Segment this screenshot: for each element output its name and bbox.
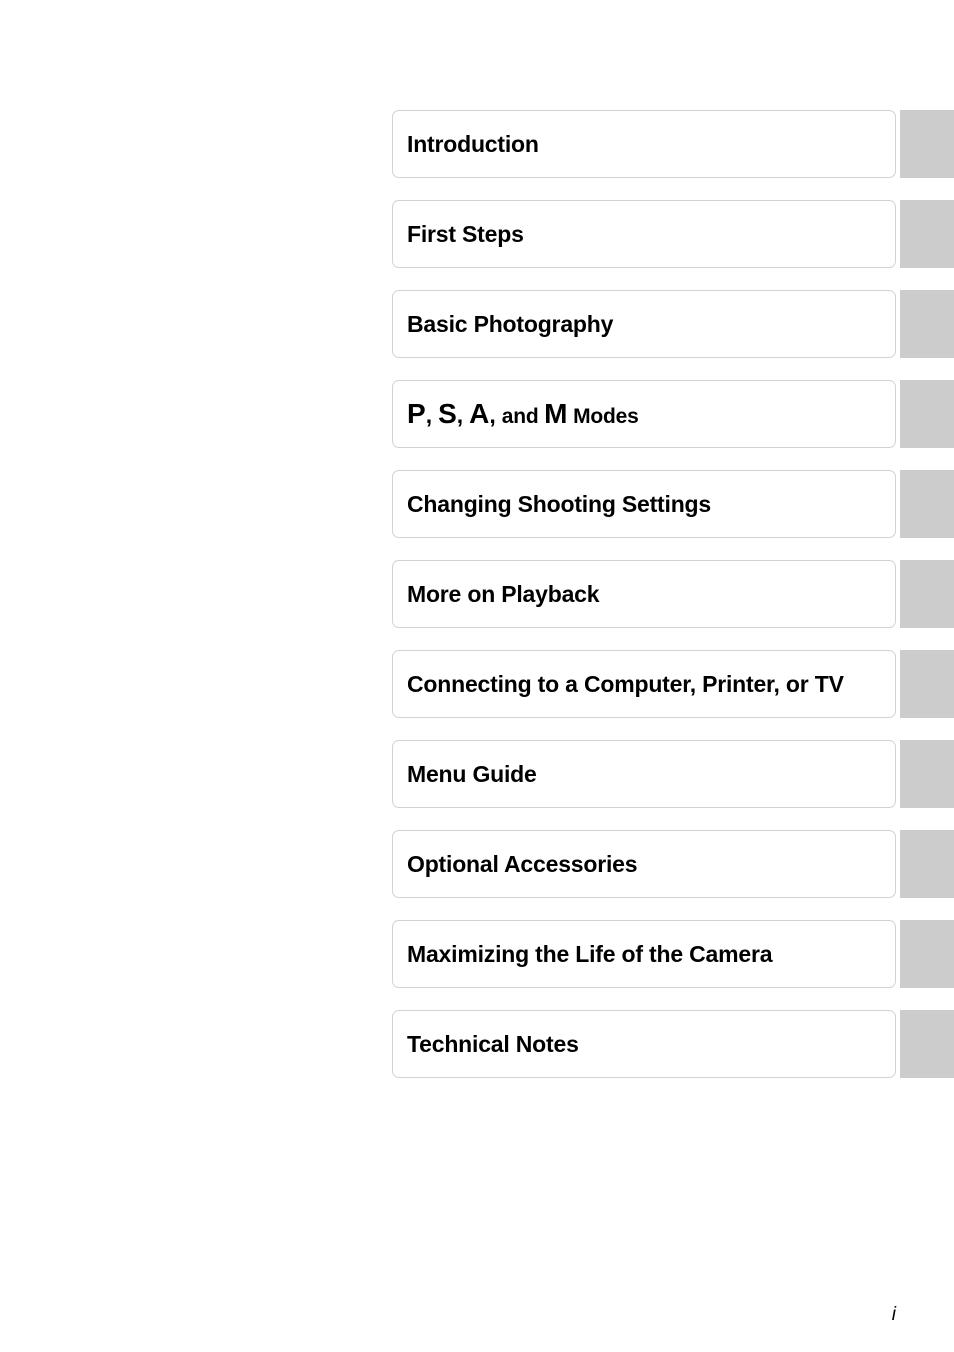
mode-letter: P — [407, 398, 426, 429]
chapter-card[interactable]: First Steps — [392, 200, 896, 268]
chapter-title: Optional Accessories — [407, 850, 638, 877]
chapter-thumb-tab — [900, 740, 954, 808]
chapter-card[interactable]: Maximizing the Life of the Camera — [392, 920, 896, 988]
chapter-thumb-tab — [900, 1010, 954, 1078]
chapter-card[interactable]: Changing Shooting Settings — [392, 470, 896, 538]
chapter-title-text: , — [425, 402, 439, 428]
chapter-title: First Steps — [407, 220, 524, 247]
chapter-index-list: Introduction First Steps Basic Photography… — [0, 110, 954, 1100]
chapter-thumb-tab — [900, 290, 954, 358]
chapter-title: Introduction — [407, 130, 539, 157]
chapter-title-text: , — [489, 402, 502, 428]
chapter-title-text: and — [501, 405, 545, 428]
chapter-card[interactable]: Basic Photography — [392, 290, 896, 358]
chapter-thumb-tab — [900, 830, 954, 898]
chapter-index-row[interactable]: Connecting to a Computer, Printer, or TV — [0, 650, 954, 718]
chapter-title: Menu Guide — [407, 760, 537, 787]
chapter-title: P, S, A, and M Modes — [393, 400, 639, 428]
chapter-index-row[interactable]: Optional Accessories — [0, 830, 954, 898]
chapter-card[interactable]: Optional Accessories — [392, 830, 896, 898]
chapter-card[interactable]: Introduction — [392, 110, 896, 178]
chapter-thumb-tab — [900, 110, 954, 178]
chapter-title: Changing Shooting Settings — [407, 490, 711, 517]
chapter-index-row[interactable]: Menu Guide — [0, 740, 954, 808]
chapter-card[interactable]: Technical Notes — [392, 1010, 896, 1078]
chapter-thumb-tab — [900, 380, 954, 448]
chapter-index-row[interactable]: P, S, A, and M Modes — [0, 380, 954, 448]
chapter-index-row[interactable]: First Steps — [0, 200, 954, 268]
chapter-title: Maximizing the Life of the Camera — [407, 940, 773, 967]
chapter-title-text: Modes — [567, 405, 639, 428]
chapter-title: Connecting to a Computer, Printer, or TV — [407, 670, 844, 697]
chapter-index-row[interactable]: Technical Notes — [0, 1010, 954, 1078]
chapter-card[interactable]: Menu Guide — [392, 740, 896, 808]
mode-letter: S — [438, 398, 457, 429]
chapter-title: Technical Notes — [407, 1030, 579, 1057]
chapter-card[interactable]: Connecting to a Computer, Printer, or TV — [392, 650, 896, 718]
chapter-title-text: , — [456, 402, 470, 428]
chapter-thumb-tab — [900, 200, 954, 268]
chapter-title: More on Playback — [407, 580, 600, 607]
document-page: Introduction First Steps Basic Photography… — [0, 0, 954, 1352]
chapter-thumb-tab — [900, 560, 954, 628]
chapter-index-row[interactable]: Basic Photography — [0, 290, 954, 358]
chapter-thumb-tab — [900, 650, 954, 718]
page-number: i — [891, 1304, 896, 1325]
chapter-index-row[interactable]: Changing Shooting Settings — [0, 470, 954, 538]
chapter-thumb-tab — [900, 920, 954, 988]
chapter-card[interactable]: P, S, A, and M Modes — [392, 380, 896, 448]
chapter-index-row[interactable]: Introduction — [0, 110, 954, 178]
chapter-index-row[interactable]: Maximizing the Life of the Camera — [0, 920, 954, 988]
chapter-thumb-tab — [900, 470, 954, 538]
mode-letter: M — [544, 398, 568, 429]
chapter-title: Basic Photography — [407, 310, 614, 337]
chapter-card[interactable]: More on Playback — [392, 560, 896, 628]
chapter-index-row[interactable]: More on Playback — [0, 560, 954, 628]
mode-letter: A — [469, 398, 490, 429]
